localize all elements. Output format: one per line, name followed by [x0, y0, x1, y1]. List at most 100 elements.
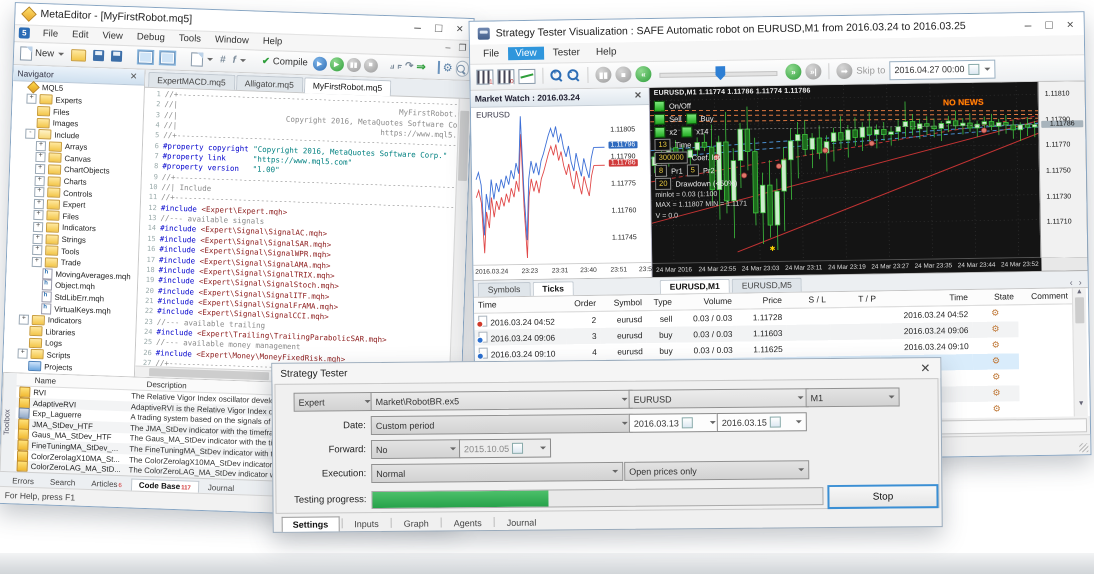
editor-tab[interactable]: Alligator.mq5 [235, 74, 304, 93]
run-button[interactable]: ▶ [329, 56, 344, 72]
settings-gear-icon[interactable]: ⚙ [442, 61, 452, 74]
metaeditor-menu-help[interactable]: Help [256, 35, 290, 49]
mdi-minimize-icon[interactable]: – [445, 42, 450, 53]
buy-button[interactable] [685, 113, 697, 125]
step-into-icon[interactable]: ⟓ [389, 61, 394, 72]
code-area[interactable]: 1//+------------------------------------… [135, 88, 459, 376]
orders-column-header[interactable]: Time [879, 289, 973, 307]
metaeditor-menu-debug[interactable]: Debug [130, 30, 172, 44]
orders-column-header[interactable]: Type [645, 294, 677, 311]
expert-type-select[interactable]: Expert [293, 392, 376, 412]
new-file-button[interactable]: New [18, 45, 67, 63]
expert-file-select[interactable]: Market\RobotBR.ex5 [370, 389, 633, 412]
dialog-tab-settings[interactable]: Settings [281, 516, 340, 532]
variables-button[interactable]: # [218, 54, 228, 67]
skip-to-datetime-input[interactable]: 2016.04.27 00:00 [889, 59, 996, 81]
close-icon[interactable]: ✕ [920, 361, 940, 375]
tree-expand-icon[interactable]: + [34, 175, 45, 186]
m1-bars-icon[interactable]: 1 [476, 69, 494, 86]
terminal-icon[interactable] [437, 61, 440, 75]
tester-menu-help[interactable]: Help [589, 45, 624, 59]
chart-tab[interactable]: EURUSD,M1 [659, 278, 730, 294]
metaeditor-menu-tools[interactable]: Tools [172, 32, 209, 46]
orders-column-header[interactable]: S / L [785, 292, 831, 309]
tab-scroll-left-icon[interactable]: ‹ [1070, 277, 1073, 287]
execution-select[interactable]: Normal [371, 461, 624, 484]
scroll-up-icon[interactable]: ▲ [1076, 288, 1083, 295]
skip-to-end-button[interactable]: »| [805, 63, 822, 80]
stop-button[interactable]: ■ [363, 58, 378, 73]
metaeditor-menu-view[interactable]: View [95, 29, 130, 43]
tree-expand-icon[interactable]: + [35, 140, 47, 152]
search-input[interactable] [455, 60, 469, 77]
minimize-icon[interactable]: – [414, 20, 421, 34]
pause-button[interactable]: ▮▮ [595, 66, 612, 84]
tree-expand-icon[interactable]: + [32, 221, 44, 233]
scrollbar-thumb[interactable] [1074, 297, 1085, 324]
tree-expand-icon[interactable]: + [18, 314, 30, 325]
metaeditor-menu-edit[interactable]: Edit [65, 28, 96, 42]
orders-column-header[interactable]: Symbol [599, 294, 647, 312]
tree-expand-icon[interactable]: + [32, 233, 43, 244]
close-icon[interactable]: × [456, 22, 463, 36]
mdi-restore-icon[interactable]: ❐ [458, 43, 466, 54]
editor-tab[interactable]: ExpertMACD.mq5 [148, 71, 235, 90]
execution-mode-select[interactable]: Open prices only [624, 460, 810, 481]
x2-button[interactable] [654, 126, 666, 138]
sell-button[interactable] [654, 113, 666, 125]
order-gear-icon[interactable]: ⚙ [991, 308, 999, 318]
orders-column-header[interactable]: Order [565, 295, 601, 312]
continue-icon[interactable]: ⇒ [416, 60, 426, 73]
market-watch-tab-ticks[interactable]: Ticks [532, 281, 575, 296]
period-select[interactable]: M1 [805, 387, 900, 408]
market-watch-tab-symbols[interactable]: Symbols [477, 281, 531, 297]
stop-button[interactable]: Stop [827, 484, 939, 510]
faster-button[interactable]: » [785, 63, 802, 81]
dialog-tab-journal[interactable]: Journal [497, 516, 547, 530]
date-from-input[interactable]: 2016.03.13 [628, 413, 721, 433]
orders-scrollbar[interactable]: ▲ ▼ [1071, 287, 1088, 417]
step-over-icon[interactable]: ⟔ [397, 61, 402, 72]
dialog-tab-graph[interactable]: Graph [394, 516, 439, 530]
dialog-tab-agents[interactable]: Agents [444, 516, 492, 530]
order-gear-icon[interactable]: ⚙ [993, 404, 1001, 414]
onoff-toggle[interactable] [653, 100, 666, 112]
orders-column-header[interactable]: State [971, 289, 1019, 306]
zoom-out-icon[interactable]: - [567, 69, 580, 82]
orders-column-header[interactable]: Comment [1017, 288, 1073, 305]
forward-date-input[interactable]: 2015.10.05 [458, 438, 552, 459]
tree-expand-icon[interactable]: + [34, 163, 46, 175]
layout-navigator-toggle[interactable] [136, 49, 156, 66]
tab-scroll-right-icon[interactable]: › [1079, 277, 1082, 287]
pause-button[interactable]: ▮▮ [346, 57, 361, 72]
chart-tab[interactable]: EURUSD,M5 [731, 277, 802, 293]
order-gear-icon[interactable]: ⚙ [992, 388, 1000, 398]
speed-slider[interactable] [659, 64, 778, 82]
tree-expand-icon[interactable]: + [26, 94, 37, 105]
tree-expand-icon[interactable]: + [33, 210, 44, 221]
order-gear-icon[interactable]: ⚙ [992, 356, 1000, 366]
time-input[interactable]: 13 [654, 139, 671, 152]
order-gear-icon[interactable]: ⚙ [992, 372, 1000, 382]
start-debug-button[interactable]: ▶ [312, 56, 327, 71]
tick-chart[interactable]: EURUSD 1.11745 1.11760 1.11775 1.11790 1.118… [470, 105, 652, 267]
layout-toolbox-toggle[interactable] [158, 50, 178, 67]
order-gear-icon[interactable]: ⚙ [992, 340, 1000, 350]
maximize-icon[interactable]: □ [435, 21, 443, 35]
tester-menu-view[interactable]: View [508, 46, 544, 61]
x14-button[interactable] [681, 126, 693, 138]
pr2-input[interactable]: 5 [686, 164, 700, 177]
metaeditor-menu-window[interactable]: Window [208, 33, 256, 48]
styler-button[interactable] [189, 51, 216, 68]
coef-lot-input[interactable]: 300000 [654, 151, 688, 165]
orders-column-header[interactable]: Price [735, 292, 787, 309]
tree-expand-icon[interactable]: + [35, 152, 46, 163]
tester-menu-file[interactable]: File [476, 47, 506, 60]
tree-expand-icon[interactable]: + [32, 245, 43, 256]
date-mode-select[interactable]: Custom period [370, 413, 633, 436]
compile-button[interactable]: ✔ Compile [260, 55, 310, 70]
maximize-icon[interactable]: □ [1045, 17, 1052, 31]
slower-button[interactable]: « [635, 66, 652, 83]
tree-expand-icon[interactable]: + [31, 256, 43, 267]
tick-bars-icon[interactable]: 0 [497, 68, 515, 86]
